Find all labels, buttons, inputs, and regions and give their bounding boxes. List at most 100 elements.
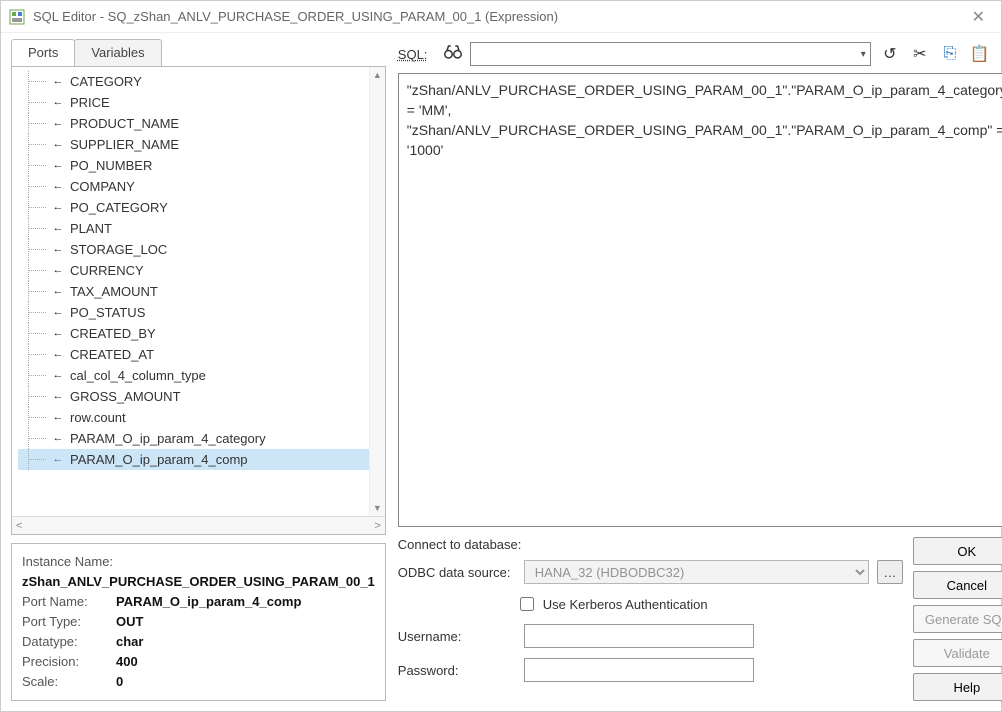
precision-value: 400 bbox=[116, 652, 138, 672]
port-item[interactable]: ← STORAGE_LOC bbox=[18, 239, 381, 260]
arrow-left-icon: ← bbox=[52, 71, 64, 92]
arrow-left-icon: ← bbox=[52, 449, 64, 470]
scroll-left-icon[interactable]: < bbox=[16, 520, 22, 532]
window-title: SQL Editor - SQ_zShan_ANLV_PURCHASE_ORDE… bbox=[33, 9, 964, 24]
scale-value: 0 bbox=[116, 672, 123, 692]
arrow-left-icon: ← bbox=[52, 428, 64, 449]
window-close-icon[interactable]: ✕ bbox=[964, 7, 993, 27]
cut-icon[interactable]: ✂ bbox=[909, 43, 931, 65]
port-item-label: CATEGORY bbox=[70, 71, 142, 92]
port-item[interactable]: ← CURRENCY bbox=[18, 260, 381, 281]
port-item-label: PO_NUMBER bbox=[70, 155, 152, 176]
scroll-up-icon[interactable]: ▲ bbox=[370, 67, 385, 83]
sql-text: "zShan/ANLV_PURCHASE_ORDER_USING_PARAM_0… bbox=[407, 82, 1002, 158]
port-type-label: Port Type: bbox=[22, 612, 116, 632]
arrow-left-icon: ← bbox=[52, 260, 64, 281]
arrow-left-icon: ← bbox=[52, 176, 64, 197]
port-item-label: CURRENCY bbox=[70, 260, 144, 281]
kerberos-checkbox[interactable] bbox=[520, 597, 534, 611]
port-item-label: PO_CATEGORY bbox=[70, 197, 168, 218]
password-label: Password: bbox=[398, 663, 516, 678]
sql-toolbar: SQL: ▾ ↺ ✂ ⎘ 📋 ✖ bbox=[398, 39, 1002, 69]
port-item[interactable]: ← PARAM_O_ip_param_4_comp bbox=[18, 449, 381, 470]
scroll-down-icon[interactable]: ▼ bbox=[370, 500, 385, 516]
find-combo[interactable]: ▾ bbox=[470, 42, 871, 66]
arrow-left-icon: ← bbox=[52, 92, 64, 113]
tab-variables[interactable]: Variables bbox=[74, 39, 161, 66]
datatype-value: char bbox=[116, 632, 143, 652]
arrow-left-icon: ← bbox=[52, 218, 64, 239]
tab-ports[interactable]: Ports bbox=[11, 39, 75, 66]
port-item[interactable]: ←PO_CATEGORY bbox=[18, 197, 381, 218]
port-item-label: row.count bbox=[70, 407, 126, 428]
username-label: Username: bbox=[398, 629, 516, 644]
scale-label: Scale: bbox=[22, 672, 116, 692]
port-item[interactable]: ←CREATED_BY bbox=[18, 323, 381, 344]
app-icon bbox=[9, 9, 25, 25]
validate-button[interactable]: Validate bbox=[913, 639, 1002, 667]
port-item[interactable]: ← PRICE bbox=[18, 92, 381, 113]
titlebar: SQL Editor - SQ_zShan_ANLV_PURCHASE_ORDE… bbox=[1, 1, 1001, 33]
help-button[interactable]: Help bbox=[913, 673, 1002, 701]
instance-name-value: zShan_ANLV_PURCHASE_ORDER_USING_PARAM_00… bbox=[22, 572, 375, 592]
port-item[interactable]: ←SUPPLIER_NAME bbox=[18, 134, 381, 155]
port-item[interactable]: ← GROSS_AMOUNT bbox=[18, 386, 381, 407]
port-item[interactable]: ← CATEGORY bbox=[18, 71, 381, 92]
arrow-left-icon: ← bbox=[52, 134, 64, 155]
sql-textarea[interactable]: "zShan/ANLV_PURCHASE_ORDER_USING_PARAM_0… bbox=[398, 73, 1002, 527]
ports-tree[interactable]: ← CATEGORY ← PRICE←PRODUCT_NAME←SUPPLIER_NA… bbox=[12, 67, 385, 516]
arrow-left-icon: ← bbox=[52, 113, 64, 134]
arrow-left-icon: ← bbox=[52, 344, 64, 365]
port-item[interactable]: ←PO_NUMBER bbox=[18, 155, 381, 176]
port-item[interactable]: ←PLANT bbox=[18, 218, 381, 239]
port-item-label: TAX_AMOUNT bbox=[70, 281, 158, 302]
username-input[interactable] bbox=[524, 624, 754, 648]
scroll-right-icon[interactable]: > bbox=[374, 520, 380, 532]
sql-label: SQL: bbox=[398, 47, 436, 62]
port-item[interactable]: ←cal_col_4_column_type bbox=[18, 365, 381, 386]
port-item[interactable]: ←PO_STATUS bbox=[18, 302, 381, 323]
port-item[interactable]: ←PARAM_O_ip_param_4_category bbox=[18, 428, 381, 449]
ok-button[interactable]: OK bbox=[913, 537, 1002, 565]
odbc-browse-button[interactable]: … bbox=[877, 560, 903, 584]
connect-db-panel: Connect to database: ODBC data source: H… bbox=[398, 537, 903, 701]
port-item-label: PRICE bbox=[70, 92, 110, 113]
generate-sql-button[interactable]: Generate SQL bbox=[913, 605, 1002, 633]
horizontal-scrollbar[interactable]: < > bbox=[12, 516, 385, 534]
port-type-value: OUT bbox=[116, 612, 143, 632]
port-item[interactable]: ←TAX_AMOUNT bbox=[18, 281, 381, 302]
ports-tree-wrap: ← CATEGORY ← PRICE←PRODUCT_NAME←SUPPLIER_NA… bbox=[11, 67, 386, 535]
paste-icon[interactable]: 📋 bbox=[969, 43, 991, 65]
password-input[interactable] bbox=[524, 658, 754, 682]
undo-icon[interactable]: ↺ bbox=[879, 43, 901, 65]
connect-db-title: Connect to database: bbox=[398, 537, 903, 552]
port-item-label: PARAM_O_ip_param_4_comp bbox=[70, 449, 248, 470]
port-item[interactable]: ←COMPANY bbox=[18, 176, 381, 197]
port-item[interactable]: ←CREATED_AT bbox=[18, 344, 381, 365]
kerberos-row: Use Kerberos Authentication bbox=[516, 594, 903, 614]
left-pane: Ports Variables ← CATEGORY ← PRICE←PRODUCT_… bbox=[11, 39, 386, 701]
odbc-label: ODBC data source: bbox=[398, 565, 516, 580]
port-item-label: STORAGE_LOC bbox=[70, 239, 167, 260]
instance-name-label: Instance Name: bbox=[22, 552, 116, 572]
arrow-left-icon: ← bbox=[52, 386, 64, 407]
binoculars-icon[interactable] bbox=[444, 44, 462, 64]
port-item[interactable]: ←PRODUCT_NAME bbox=[18, 113, 381, 134]
cancel-button[interactable]: Cancel bbox=[913, 571, 1002, 599]
copy-icon[interactable]: ⎘ bbox=[939, 43, 961, 65]
sql-editor-window: SQL Editor - SQ_zShan_ANLV_PURCHASE_ORDE… bbox=[0, 0, 1002, 712]
right-pane: SQL: ▾ ↺ ✂ ⎘ 📋 ✖ "zShan/ANLV_PURCHASE_OR… bbox=[398, 39, 1002, 701]
precision-label: Precision: bbox=[22, 652, 116, 672]
port-name-label: Port Name: bbox=[22, 592, 116, 612]
odbc-select[interactable]: HANA_32 (HDBODBC32) bbox=[524, 560, 869, 584]
datatype-label: Datatype: bbox=[22, 632, 116, 652]
port-properties-panel: Instance Name: zShan_ANLV_PURCHASE_ORDER… bbox=[11, 543, 386, 701]
kerberos-label: Use Kerberos Authentication bbox=[543, 597, 708, 612]
bottom-panel: Connect to database: ODBC data source: H… bbox=[398, 537, 1002, 701]
port-item-label: PO_STATUS bbox=[70, 302, 145, 323]
port-item[interactable]: ←row.count bbox=[18, 407, 381, 428]
vertical-scrollbar[interactable]: ▲ ▼ bbox=[369, 67, 385, 516]
arrow-left-icon: ← bbox=[52, 323, 64, 344]
port-item-label: GROSS_AMOUNT bbox=[70, 386, 181, 407]
arrow-left-icon: ← bbox=[52, 239, 64, 260]
